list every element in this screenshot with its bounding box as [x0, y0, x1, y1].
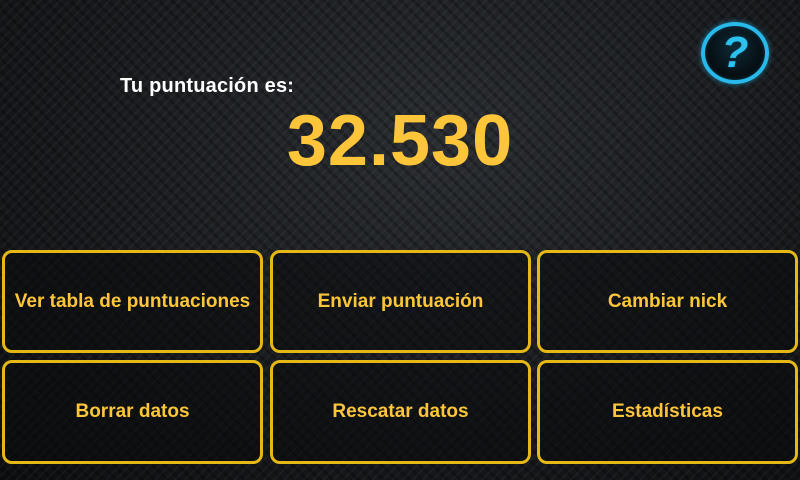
score-screen: Tu puntuación es: 32.530 ? Ver tabla de …: [0, 0, 800, 480]
statistics-button[interactable]: Estadísticas: [537, 360, 798, 464]
help-question-icon: ?: [721, 28, 749, 77]
view-leaderboard-button[interactable]: Ver tabla de puntuaciones: [2, 250, 263, 353]
score-label: Tu puntuación es:: [120, 75, 295, 97]
score-value: 32.530: [286, 101, 514, 181]
submit-score-button[interactable]: Enviar puntuación: [270, 250, 531, 353]
help-button[interactable]: ?: [701, 22, 769, 84]
change-nick-button[interactable]: Cambiar nick: [537, 250, 798, 353]
recover-data-button[interactable]: Rescatar datos: [270, 360, 531, 464]
menu-button-grid: Ver tabla de puntuaciones Enviar puntuac…: [2, 250, 798, 464]
delete-data-button[interactable]: Borrar datos: [2, 360, 263, 464]
